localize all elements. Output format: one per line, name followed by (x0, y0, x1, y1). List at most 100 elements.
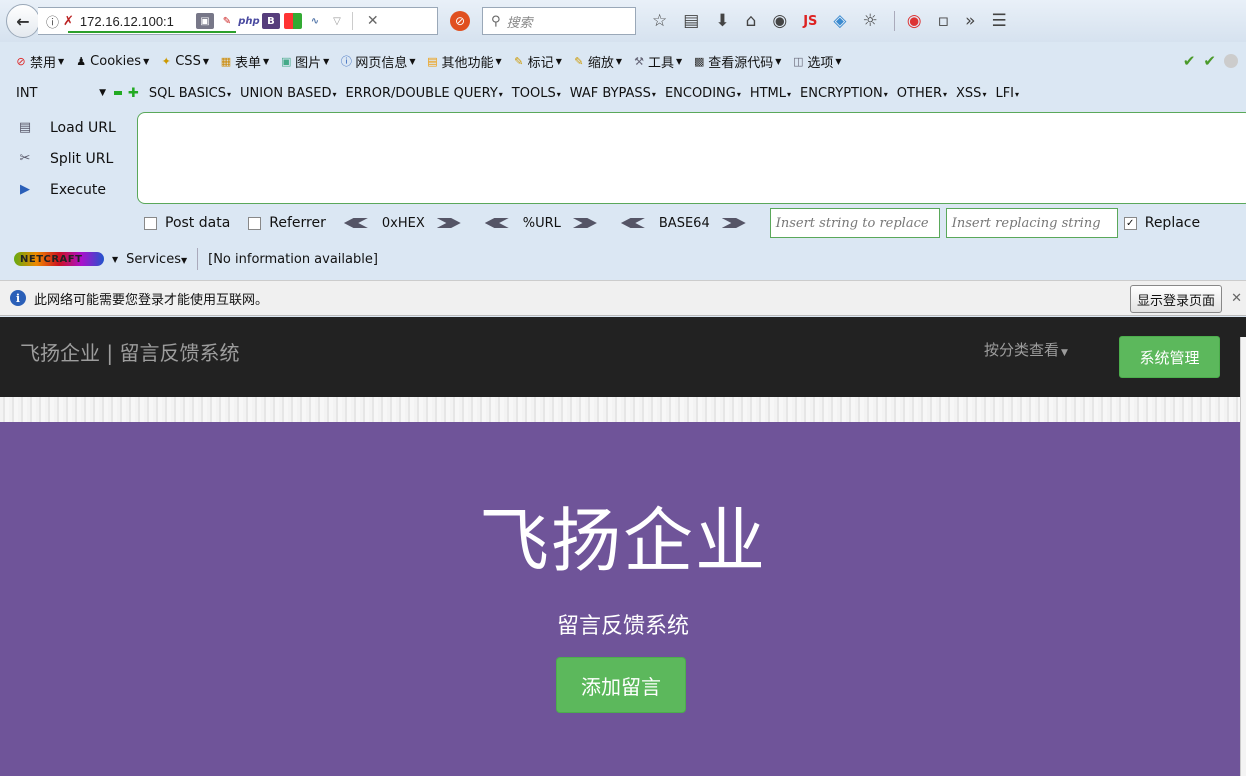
palette-icon[interactable]: ☼ (862, 11, 877, 31)
menu-other[interactable]: OTHER (897, 86, 947, 101)
check-icon[interactable]: ✔ (1183, 52, 1196, 70)
chevron-down-icon: ▼ (323, 56, 330, 66)
devbar-images[interactable]: ▣ 图片 ▼ (279, 52, 329, 71)
post-data-toggle[interactable]: Post data (144, 215, 230, 231)
referrer-checkbox[interactable] (248, 216, 262, 230)
status-circle-icon[interactable] (1224, 54, 1238, 68)
show-login-page-button[interactable]: 显示登录页面 (1129, 285, 1222, 313)
globe-icon[interactable]: ◉ (772, 11, 787, 31)
address-bar[interactable]: ⓘ ✗ 172.16.12.100:1 ▣ ✎ php B ∿ ▽ ✕ (38, 7, 438, 35)
menu-sql-basics[interactable]: SQL BASICS (149, 86, 231, 101)
sync-icon[interactable]: ▫ (938, 11, 950, 31)
dropdown-arrow-icon[interactable]: ▽ (328, 13, 346, 29)
devbar-tools[interactable]: ⚒ 工具 ▼ (632, 52, 682, 71)
translate-icon[interactable]: ◈ (833, 11, 846, 31)
devbar-view-source[interactable]: ▩ 查看源代码 ▼ (692, 52, 781, 71)
resize-icon: ✎ (574, 54, 584, 68)
php-icon[interactable]: php (238, 13, 259, 29)
devbar-label: 查看源代码 (708, 55, 774, 71)
menu-tools[interactable]: TOOLS (512, 86, 561, 101)
home-icon[interactable]: ⌂ (746, 11, 757, 31)
search-input[interactable]: ⚲ 搜索 (482, 7, 636, 35)
replacing-string-input[interactable]: Insert replacing string (945, 208, 1118, 238)
decode-arrow-icon[interactable] (620, 218, 645, 228)
increase-icon[interactable]: ✚ (128, 86, 139, 101)
devbar-forms[interactable]: ▦ 表单 ▼ (219, 52, 269, 71)
post-data-checkbox[interactable] (144, 216, 157, 230)
menu-icon[interactable]: ☰ (992, 11, 1007, 31)
menu-error-double-query[interactable]: ERROR/DOUBLE QUERY (345, 86, 502, 101)
devbar-disable[interactable]: ⊘ 禁用 ▼ (14, 52, 64, 71)
devbar-page-info[interactable]: ⓘ 网页信息 ▼ (339, 52, 416, 71)
menu-encoding[interactable]: ENCODING (665, 86, 741, 101)
add-message-button[interactable]: 添加留言 (556, 657, 686, 713)
devbar-css[interactable]: ✦ CSS ▼ (159, 54, 209, 69)
windows-icon[interactable] (283, 13, 302, 29)
decode-arrow-icon[interactable] (484, 218, 509, 228)
button-label: Execute (50, 181, 106, 198)
hackbar-options: Post data Referrer 0xHEX %URL BASE64 Ins… (144, 206, 1200, 240)
category-dropdown[interactable]: 按分类查看 ▼ (984, 339, 1068, 360)
clear-icon[interactable]: ✕ (367, 13, 379, 29)
devbar-cookies[interactable]: ♟ Cookies ▼ (74, 54, 149, 69)
info-icon[interactable]: ⓘ (46, 12, 59, 31)
menu-html[interactable]: HTML (750, 86, 791, 101)
noscript-icon[interactable]: ⊘ (450, 11, 470, 31)
replace-string-input[interactable]: Insert string to replace (769, 208, 940, 238)
browser-navbar: ← ⓘ ✗ 172.16.12.100:1 ▣ ✎ php B ∿ ▽ ✕ ⊘ … (0, 0, 1246, 42)
source-icon: ▩ (693, 54, 705, 68)
replace-checkbox[interactable]: ✓ (1123, 216, 1137, 230)
devbar-label: 图片 (295, 55, 322, 71)
site-brand[interactable]: 飞扬企业 | 留言反馈系统 (20, 337, 239, 366)
chevron-down-icon: ▼ (143, 56, 150, 66)
devbar-label: 禁用 (30, 55, 57, 71)
addon-icon[interactable]: ◉ (907, 11, 922, 31)
menu-encryption[interactable]: ENCRYPTION (800, 86, 888, 101)
chevron-down-icon[interactable]: ▼ (112, 255, 118, 264)
execute-button[interactable]: ▶ Execute (14, 174, 136, 205)
back-button[interactable]: ← (6, 4, 40, 38)
download-icon[interactable]: ⬇ (715, 11, 729, 31)
menu-xss[interactable]: XSS (956, 86, 986, 101)
url-text[interactable]: 172.16.12.100:1 (80, 14, 192, 29)
network-icon[interactable]: ▣ (195, 13, 214, 29)
checkbox-label: Post data (165, 215, 231, 231)
star-icon[interactable]: ☆ (652, 11, 667, 31)
bootstrap-icon[interactable]: B (261, 13, 280, 29)
select-value: INT (16, 85, 38, 101)
clipboard-icon: ▦ (220, 54, 232, 68)
load-url-button[interactable]: ▤ Load URL (14, 112, 136, 143)
services-menu[interactable]: Services▼ (126, 252, 187, 267)
button-label: Split URL (50, 150, 114, 167)
hackbar-type-select[interactable]: INT ▼ (16, 86, 106, 101)
reading-list-icon[interactable]: ▤ (683, 11, 699, 31)
decrease-icon[interactable] (114, 91, 122, 95)
menu-lfi[interactable]: LFI (995, 86, 1019, 101)
wappalyzer-icon[interactable]: ∿ (306, 13, 324, 29)
devbar-misc[interactable]: ▤ 其他功能 ▼ (426, 52, 501, 71)
overflow-icon[interactable]: » (965, 11, 975, 31)
hero-subtitle: 留言反馈系统 (556, 614, 689, 639)
replace-toggle[interactable]: ✓ Replace (1123, 215, 1200, 231)
hackbar-url-textarea[interactable] (137, 112, 1246, 204)
admin-button[interactable]: 系统管理 (1119, 336, 1220, 378)
insecure-lock-icon[interactable]: ✗ (63, 14, 74, 29)
close-icon[interactable]: ✕ (1231, 291, 1242, 306)
encode-arrow-icon[interactable] (436, 218, 461, 228)
devbar-outline[interactable]: ✎ 标记 ▼ (512, 52, 562, 71)
devbar-resize[interactable]: ✎ 缩放 ▼ (572, 52, 622, 71)
check-icon[interactable]: ✔ (1203, 52, 1216, 70)
netcraft-logo[interactable]: NETCRAFT (14, 252, 104, 266)
decode-arrow-icon[interactable] (343, 218, 368, 228)
encode-arrow-icon[interactable] (572, 218, 597, 228)
split-url-button[interactable]: ✂ Split URL (14, 143, 136, 174)
referrer-toggle[interactable]: Referrer (248, 215, 326, 231)
devbar-options[interactable]: ◫ 选项 ▼ (791, 52, 841, 71)
js-icon[interactable]: JS (803, 14, 817, 29)
devbar-label: 工具 (648, 55, 675, 71)
scrollbar[interactable] (1240, 337, 1246, 776)
menu-union-based[interactable]: UNION BASED (240, 86, 336, 101)
pen-icon[interactable]: ✎ (218, 13, 236, 29)
menu-waf-bypass[interactable]: WAF BYPASS (570, 86, 656, 101)
encode-arrow-icon[interactable] (721, 218, 746, 228)
